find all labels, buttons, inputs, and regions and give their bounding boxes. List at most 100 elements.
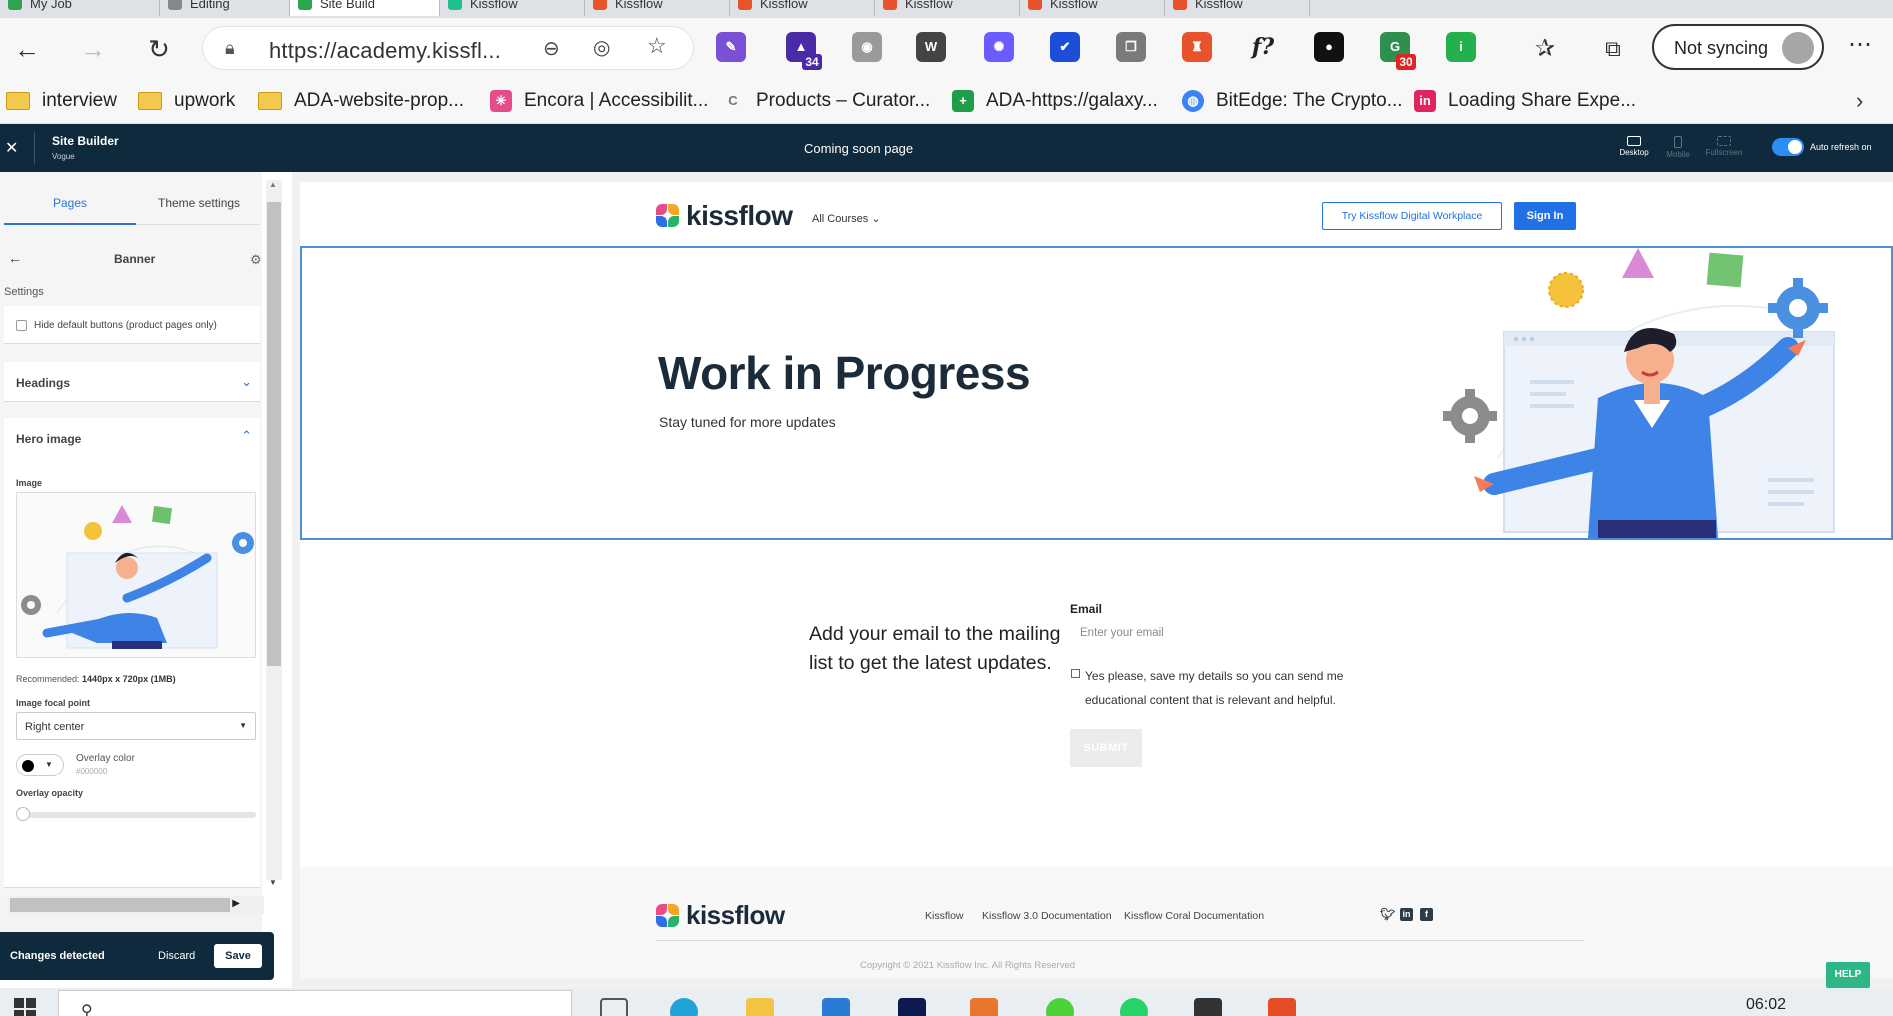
- address-bar[interactable]: 🔒︎ https://academy.kissfl... ⊖ ◎ ☆: [202, 26, 694, 70]
- tab-theme-settings[interactable]: Theme settings: [158, 196, 240, 210]
- add-favorite-icon[interactable]: ☆: [647, 33, 667, 59]
- try-kissflow-button[interactable]: Try Kissflow Digital Workplace: [1322, 202, 1502, 230]
- edge-icon[interactable]: [670, 998, 698, 1016]
- tab-favicon-icon: [8, 0, 22, 10]
- facebook-icon[interactable]: f: [1420, 908, 1433, 921]
- zoom-icon[interactable]: ⊖: [543, 36, 560, 61]
- bookmark-folder-upwork[interactable]: upwork: [138, 88, 235, 114]
- consent-checkbox[interactable]: [1071, 669, 1080, 678]
- back-arrow-icon[interactable]: ←: [8, 250, 22, 266]
- taskbar-search-box[interactable]: ⚲: [58, 990, 572, 1016]
- sign-in-button[interactable]: Sign In: [1514, 202, 1576, 230]
- bookmark-folder-ada[interactable]: ADA-website-prop...: [258, 88, 464, 114]
- view-desktop[interactable]: Desktop: [1612, 136, 1656, 157]
- upwork-icon[interactable]: [1046, 998, 1074, 1016]
- panel-horizontal-scrollbar[interactable]: ▶: [8, 896, 264, 914]
- bookmark-folder-interview[interactable]: interview: [6, 88, 117, 114]
- focal-point-select[interactable]: Right center ▼: [16, 712, 256, 740]
- tracking-prevention-icon[interactable]: ◎: [593, 35, 610, 60]
- footer-link-coral-docs[interactable]: Kissflow Coral Documentation: [1124, 910, 1264, 922]
- photoshop-icon[interactable]: [898, 998, 926, 1016]
- formula-extension-icon[interactable]: f?: [1248, 32, 1278, 62]
- footer-link-kissflow-3-docs[interactable]: Kissflow 3.0 Documentation: [982, 910, 1112, 922]
- slider-handle[interactable]: [16, 807, 30, 821]
- bookmark-products-curator[interactable]: C Products – Curator...: [722, 88, 930, 114]
- tag-extension-icon[interactable]: i: [1446, 32, 1476, 62]
- browser-tab[interactable]: My Job: [0, 0, 160, 16]
- favorites-icon[interactable]: ✰: [1528, 32, 1562, 66]
- grammar-extension-icon[interactable]: G 30: [1380, 32, 1416, 70]
- linkedin-icon[interactable]: in: [1400, 908, 1413, 921]
- camera-extension-icon[interactable]: ◉: [852, 32, 882, 62]
- browser-tab[interactable]: Kissflow: [730, 0, 875, 16]
- spark-extension-icon[interactable]: ✺: [984, 32, 1014, 62]
- url-text[interactable]: https://academy.kissfl...: [269, 38, 501, 64]
- refresh-icon[interactable]: ↻: [142, 32, 176, 66]
- browser-tab[interactable]: Kissflow: [1165, 0, 1310, 16]
- whatsapp-icon[interactable]: [1120, 998, 1148, 1016]
- browser-tab[interactable]: Kissflow: [875, 0, 1020, 16]
- mailing-list-text: Add your email to the mailing list to ge…: [809, 623, 1061, 674]
- bookmark-ada-galaxy[interactable]: + ADA-https://galaxy...: [952, 88, 1158, 114]
- kissflow-logo[interactable]: kissflow: [656, 200, 793, 232]
- auto-refresh-toggle[interactable]: [1772, 138, 1804, 156]
- scroll-up-icon[interactable]: ▲: [269, 180, 277, 189]
- browser-tab-active[interactable]: Site Build: [290, 0, 440, 16]
- panel-vertical-scrollbar[interactable]: ▲ ▼: [266, 180, 282, 887]
- hero-image-thumbnail[interactable]: [16, 492, 256, 658]
- profile-sync-button[interactable]: Not syncing: [1652, 24, 1824, 70]
- submit-button[interactable]: SUBMIT: [1070, 729, 1142, 767]
- save-button[interactable]: Save: [214, 944, 262, 968]
- chevron-up-icon[interactable]: ⌃: [241, 428, 252, 444]
- twitter-icon[interactable]: 🐦︎: [1380, 908, 1395, 921]
- browser-tab[interactable]: Editing: [160, 0, 290, 16]
- footer-kissflow-logo[interactable]: kissflow: [656, 900, 785, 931]
- email-label: Email: [1070, 602, 1103, 616]
- back-arrow-icon[interactable]: ←: [10, 32, 44, 66]
- hero-banner[interactable]: Work in Progress Stay tuned for more upd…: [300, 246, 1893, 540]
- overlay-opacity-slider[interactable]: [20, 812, 256, 818]
- scroll-right-icon[interactable]: ▶: [232, 898, 240, 909]
- windows-start-icon[interactable]: [14, 998, 36, 1016]
- w-extension-icon[interactable]: W: [916, 32, 946, 62]
- footer-link-kissflow[interactable]: Kissflow: [925, 910, 964, 922]
- check-extension-icon[interactable]: ✔: [1050, 32, 1080, 62]
- all-courses-menu[interactable]: All Courses ⌄: [812, 212, 881, 225]
- chevron-right-icon[interactable]: ›: [1856, 88, 1863, 114]
- forward-arrow-icon[interactable]: →: [76, 32, 110, 66]
- browser-tab[interactable]: Kissflow: [1020, 0, 1165, 16]
- bookmark-encora[interactable]: ✳ Encora | Accessibilit...: [490, 88, 708, 114]
- bookmark-bitedge[interactable]: ◍ BitEdge: The Crypto...: [1182, 88, 1403, 114]
- terminal-icon[interactable]: [1194, 998, 1222, 1016]
- xampp-icon[interactable]: [970, 998, 998, 1016]
- view-mobile[interactable]: Mobile: [1656, 136, 1700, 159]
- hide-buttons-checkbox[interactable]: [16, 320, 27, 331]
- graduation-extension-icon[interactable]: ▲ 34: [786, 32, 822, 70]
- browser-tab[interactable]: Kissflow: [585, 0, 730, 16]
- dark-extension-icon[interactable]: ●: [1314, 32, 1344, 62]
- bookmark-invision[interactable]: in Loading Share Expe...: [1414, 88, 1636, 114]
- view-fullscreen[interactable]: Fullscreen: [1702, 136, 1746, 157]
- scrollbar-thumb[interactable]: [267, 202, 281, 666]
- lighthouse-extension-icon[interactable]: ♜: [1182, 32, 1212, 62]
- file-explorer-icon[interactable]: [746, 998, 774, 1016]
- vscode-icon[interactable]: [822, 998, 850, 1016]
- help-button[interactable]: HELP: [1826, 962, 1870, 988]
- tab-pages[interactable]: Pages: [53, 196, 87, 210]
- scroll-down-icon[interactable]: ▼: [269, 878, 277, 887]
- close-icon[interactable]: ✕: [5, 138, 18, 158]
- gear-icon[interactable]: ⚙: [250, 252, 262, 268]
- overlay-color-picker[interactable]: ▼: [16, 754, 64, 776]
- headings-accordion[interactable]: Headings ⌄: [4, 362, 260, 402]
- browser-tab[interactable]: Kissflow: [440, 0, 585, 16]
- pen-extension-icon[interactable]: ✎: [716, 32, 746, 62]
- scrollbar-thumb[interactable]: [10, 898, 230, 912]
- discard-button[interactable]: Discard: [158, 950, 195, 962]
- task-view-icon[interactable]: [600, 998, 628, 1016]
- email-field[interactable]: [1070, 618, 1370, 648]
- collections-icon[interactable]: ⧉: [1596, 32, 1630, 66]
- hero-image-label[interactable]: Hero image: [16, 432, 81, 446]
- app-icon[interactable]: [1268, 998, 1296, 1016]
- more-options-icon[interactable]: ⋯: [1848, 30, 1873, 59]
- copy-extension-icon[interactable]: ❐: [1116, 32, 1146, 62]
